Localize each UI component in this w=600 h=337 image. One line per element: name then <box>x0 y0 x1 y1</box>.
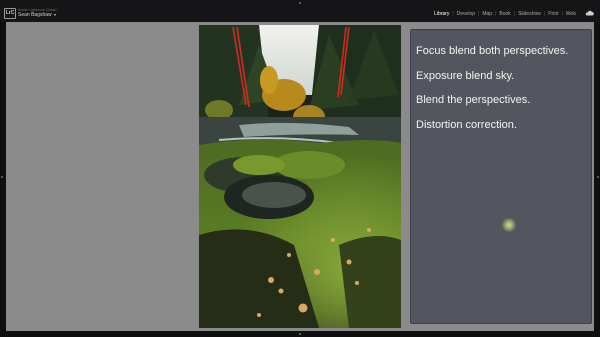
module-book[interactable]: Book <box>497 11 512 17</box>
list-item: Distortion correction. <box>416 118 517 131</box>
module-print[interactable]: Print <box>546 11 560 17</box>
module-web[interactable]: Web <box>564 11 578 17</box>
list-item: Focus blend both perspectives. <box>416 45 569 57</box>
identity-plate-user[interactable]: Sean Bagshaw <box>18 12 52 18</box>
module-library[interactable]: Library <box>432 11 451 17</box>
module-slideshow[interactable]: Slideshow <box>516 11 543 17</box>
cloud-icon[interactable] <box>585 10 594 16</box>
notes-panel: Focus blend both perspectives. Exposure … <box>410 29 592 324</box>
lightroom-logo-icon: LrC <box>4 8 16 19</box>
notes-list: Focus blend both perspectives. Exposure … <box>411 30 591 137</box>
panel-toggle-right[interactable] <box>597 176 599 178</box>
module-picker: Library | Develop | Map | Book | Slidesh… <box>432 11 578 17</box>
panel-toggle-top[interactable] <box>299 2 301 4</box>
list-item: Exposure blend sky. <box>416 69 515 82</box>
mouse-cursor-highlight <box>502 218 516 232</box>
module-develop[interactable]: Develop <box>455 11 477 17</box>
photo-preview[interactable] <box>199 25 401 328</box>
panel-toggle-left[interactable] <box>1 176 3 178</box>
list-item: Blend the perspectives. <box>416 94 531 106</box>
module-map[interactable]: Map <box>480 11 494 17</box>
chevron-down-icon[interactable]: ▾ <box>54 12 56 17</box>
panel-toggle-bottom[interactable] <box>299 333 301 335</box>
